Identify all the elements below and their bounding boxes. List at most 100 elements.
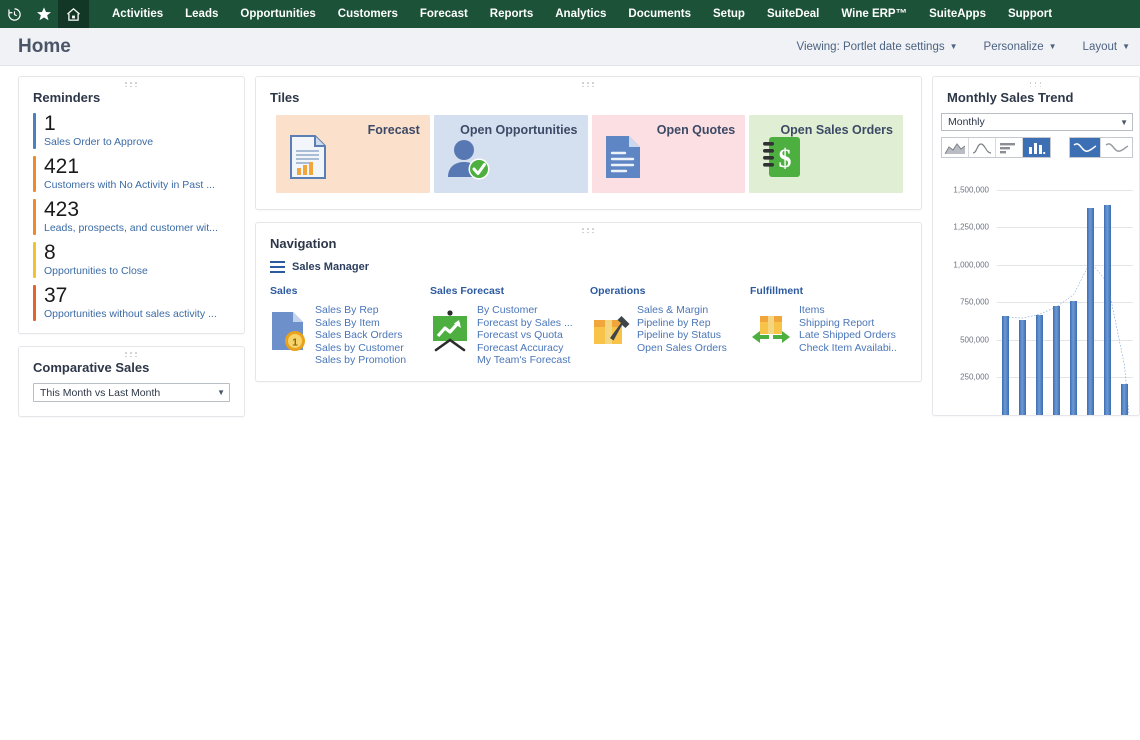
chevron-down-icon: ▼ [950, 43, 958, 51]
dashboard-column-middle: Tiles Forecast [255, 76, 922, 394]
dashboard-column-right: Monthly Sales Trend Monthly ▼ [932, 76, 1140, 428]
sales-order-dollar-book-icon: $ [761, 134, 803, 185]
portlet-drag-handle[interactable] [256, 80, 921, 89]
tile-open-quotes[interactable]: Open Quotes [592, 115, 746, 193]
nav-item-shipping-report[interactable]: Shipping Report [799, 317, 897, 330]
nav-item-forecast-by-sales[interactable]: Forecast by Sales ... [477, 317, 573, 330]
reminder-label[interactable]: Opportunities to Close [44, 265, 148, 278]
personalize-menu[interactable]: Personalize ▼ [984, 41, 1057, 53]
tile-forecast[interactable]: Forecast [276, 115, 430, 193]
reminder-label[interactable]: Customers with No Activity in Past ... [44, 179, 215, 192]
y-tick-label: 250,000 [960, 373, 989, 382]
chart-toolbar [941, 137, 1133, 158]
monthly-sales-trend-chart: 1,500,000 1,250,000 1,000,000 750,000 50… [941, 170, 1133, 415]
tile-open-opportunities[interactable]: Open Opportunities [434, 115, 588, 193]
reminder-label[interactable]: Leads, prospects, and customer wit... [44, 222, 218, 235]
reminder-label[interactable]: Opportunities without sales activity ... [44, 308, 217, 321]
nav-link-activities[interactable]: Activities [101, 0, 174, 28]
home-icon[interactable] [58, 0, 89, 28]
nav-link-analytics[interactable]: Analytics [544, 0, 617, 28]
reminder-item[interactable]: 8 Opportunities to Close [33, 242, 230, 278]
nav-link-opportunities[interactable]: Opportunities [229, 0, 326, 28]
portlet-drag-handle[interactable] [19, 80, 244, 89]
line-chart-button[interactable] [969, 138, 996, 157]
chevron-down-icon: ▼ [1120, 118, 1128, 127]
y-tick-label: 1,000,000 [953, 260, 989, 269]
fulfillment-box-arrows-icon [750, 304, 792, 355]
nav-item-open-sales-orders[interactable]: Open Sales Orders [637, 342, 727, 355]
reminder-item[interactable]: 37 Opportunities without sales activity … [33, 285, 230, 321]
portlet-drag-handle[interactable] [19, 350, 244, 359]
nav-item-my-teams-forecast[interactable]: My Team's Forecast [477, 354, 573, 367]
nav-link-support[interactable]: Support [997, 0, 1063, 28]
nav-link-reports[interactable]: Reports [479, 0, 544, 28]
smooth-curve-button[interactable] [1070, 138, 1101, 157]
plain-curve-button[interactable] [1101, 138, 1132, 157]
top-navigation-bar: Activities Leads Opportunities Customers… [0, 0, 1140, 28]
reminders-portlet: Reminders 1 Sales Order to Approve 421 C… [18, 76, 245, 334]
reminder-count: 423 [44, 199, 218, 221]
top-nav-links: Activities Leads Opportunities Customers… [89, 0, 1063, 28]
nav-item-forecast-accuracy[interactable]: Forecast Accuracy [477, 342, 573, 355]
navigation-portlet: Navigation Sales Manager Sales [255, 222, 922, 382]
curve-style-group [1069, 137, 1133, 158]
nav-link-customers[interactable]: Customers [327, 0, 409, 28]
chevron-down-icon: ▼ [1122, 43, 1130, 51]
tile-label: Forecast [368, 123, 420, 138]
reminder-item[interactable]: 1 Sales Order to Approve [33, 113, 230, 149]
nav-item-sales-by-item[interactable]: Sales By Item [315, 317, 406, 330]
favorites-star-icon[interactable] [29, 0, 58, 28]
reminder-item[interactable]: 423 Leads, prospects, and customer wit..… [33, 199, 230, 235]
navigation-column-operations: Operations Sales [590, 285, 750, 367]
reminder-count: 421 [44, 156, 215, 178]
quote-document-icon [604, 134, 642, 185]
tiles-list: Forecast [256, 105, 921, 209]
nav-item-sales-by-promotion[interactable]: Sales by Promotion [315, 354, 406, 367]
sales-document-coin-icon: 1 [270, 304, 308, 357]
tile-label: Open Quotes [657, 123, 735, 138]
nav-item-pipeline-by-rep[interactable]: Pipeline by Rep [637, 317, 727, 330]
recent-history-icon[interactable] [0, 0, 29, 28]
comparative-sales-range-select[interactable]: This Month vs Last Month ▼ [33, 383, 230, 402]
nav-item-late-shipped-orders[interactable]: Late Shipped Orders [799, 329, 897, 342]
tile-label: Open Opportunities [460, 123, 577, 138]
monthly-sales-trend-portlet: Monthly Sales Trend Monthly ▼ [932, 76, 1140, 416]
navigation-column-title: Fulfillment [750, 285, 910, 297]
nav-item-forecast-vs-quota[interactable]: Forecast vs Quota [477, 329, 573, 342]
nav-item-sales-by-customer[interactable]: Sales by Customer [315, 342, 406, 355]
nav-item-sales-by-rep[interactable]: Sales By Rep [315, 304, 406, 317]
layout-menu[interactable]: Layout ▼ [1083, 41, 1130, 53]
nav-link-leads[interactable]: Leads [174, 0, 229, 28]
nav-item-sales-back-orders[interactable]: Sales Back Orders [315, 329, 406, 342]
nav-item-check-item-availability[interactable]: Check Item Availabi.. [799, 342, 897, 355]
reminder-label[interactable]: Sales Order to Approve [44, 136, 153, 149]
nav-link-suiteapps[interactable]: SuiteApps [918, 0, 997, 28]
chart-period-select[interactable]: Monthly ▼ [941, 113, 1133, 131]
navigation-links: Sales By Rep Sales By Item Sales Back Or… [315, 304, 406, 367]
vertical-bar-chart-button[interactable] [1023, 138, 1050, 157]
portlet-drag-handle[interactable] [256, 226, 921, 235]
viewing-label: Viewing: Portlet date settings [797, 41, 945, 53]
horizontal-bar-chart-button[interactable] [996, 138, 1023, 157]
nav-item-by-customer[interactable]: By Customer [477, 304, 573, 317]
navigation-column-title: Sales [270, 285, 430, 297]
nav-item-sales-and-margin[interactable]: Sales & Margin [637, 304, 727, 317]
viewing-portlet-date-settings-menu[interactable]: Viewing: Portlet date settings ▼ [797, 41, 958, 53]
area-chart-button[interactable] [942, 138, 969, 157]
person-check-icon [446, 138, 492, 185]
dashboard-column-left: Reminders 1 Sales Order to Approve 421 C… [18, 76, 245, 429]
nav-link-documents[interactable]: Documents [617, 0, 702, 28]
layout-label: Layout [1083, 41, 1118, 53]
personalize-label: Personalize [984, 41, 1044, 53]
nav-link-suitedeal[interactable]: SuiteDeal [756, 0, 830, 28]
portlet-drag-handle[interactable] [933, 80, 1139, 89]
nav-item-items[interactable]: Items [799, 304, 897, 317]
reminder-item[interactable]: 421 Customers with No Activity in Past .… [33, 156, 230, 192]
nav-item-pipeline-by-status[interactable]: Pipeline by Status [637, 329, 727, 342]
nav-link-setup[interactable]: Setup [702, 0, 756, 28]
navigation-links: Sales & Margin Pipeline by Rep Pipeline … [637, 304, 727, 354]
tile-open-sales-orders[interactable]: Open Sales Orders $ [749, 115, 903, 193]
navigation-group-sales-manager[interactable]: Sales Manager [270, 261, 921, 273]
nav-link-wine-erp[interactable]: Wine ERP™ [830, 0, 918, 28]
nav-link-forecast[interactable]: Forecast [409, 0, 479, 28]
